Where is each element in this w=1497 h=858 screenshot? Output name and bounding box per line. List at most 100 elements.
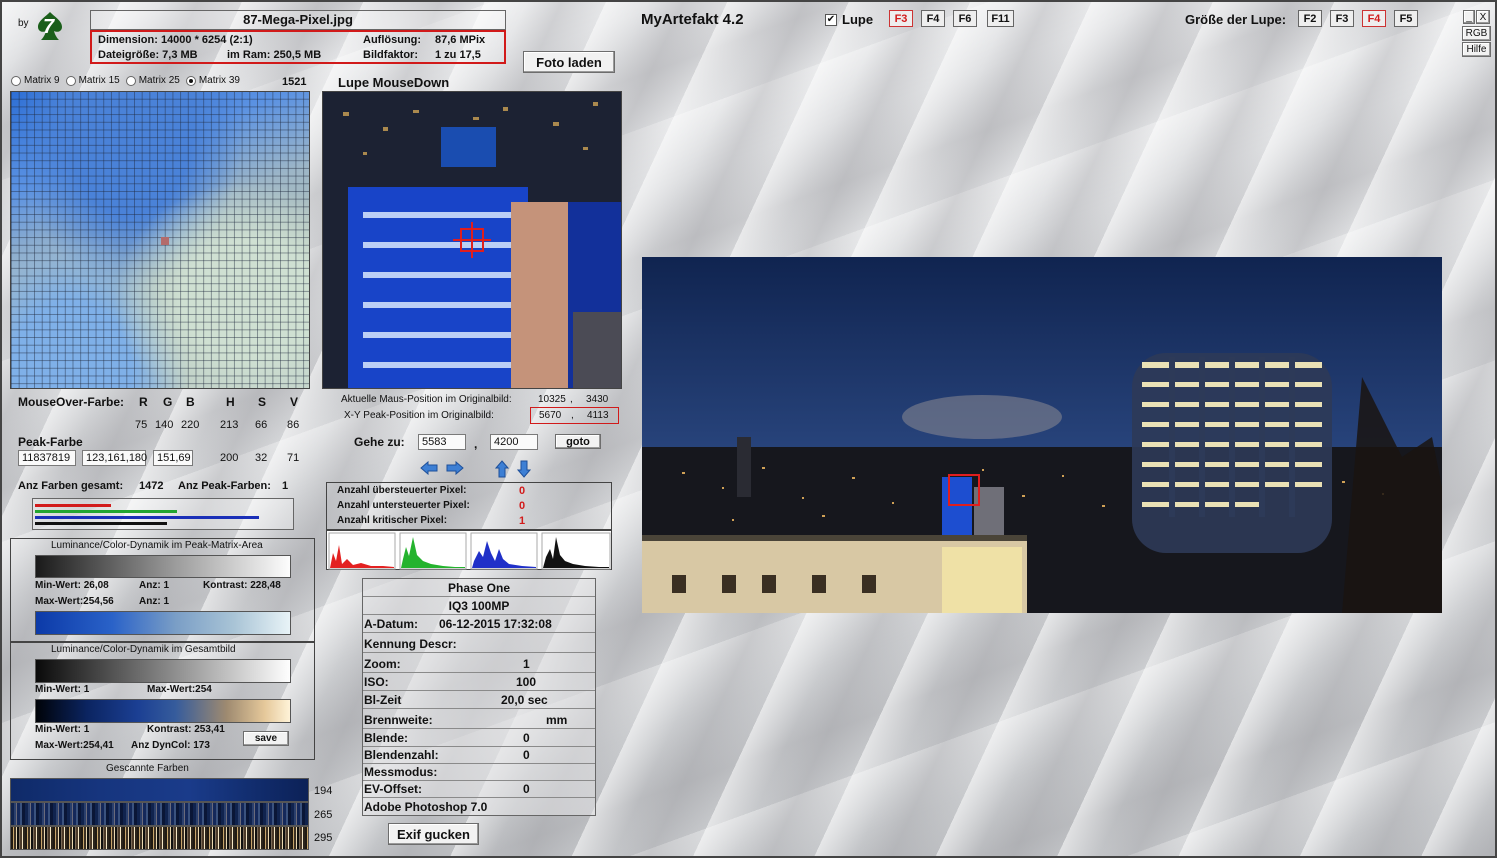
exif-metering-label: Messmodus: <box>364 765 438 779</box>
lupe-key-f3[interactable]: F3 <box>889 10 913 27</box>
lupe-label: Lupe <box>842 12 874 27</box>
histogram-strip <box>328 532 611 570</box>
pixel-matrix[interactable] <box>10 91 310 389</box>
exif-metering-row: Messmodus: <box>363 763 595 781</box>
dynamic-total-min2: Min-Wert: 1 <box>35 724 90 735</box>
critical-pixel-value: 1 <box>519 515 526 527</box>
dynamic-peak-min-anz: Anz: 1 <box>139 580 169 591</box>
size-key-f2[interactable]: F2 <box>1298 10 1322 27</box>
matrix-9-radio[interactable]: Matrix 9 <box>11 75 60 86</box>
lupe-key-f6[interactable]: F6 <box>953 10 977 27</box>
lupe-key-f11[interactable]: F11 <box>987 10 1014 27</box>
arrow-right-icon[interactable] <box>446 460 464 478</box>
lupe-key-f4[interactable]: F4 <box>921 10 945 27</box>
exif-aperture-value: 0 <box>523 731 530 745</box>
header-b: B <box>186 395 195 409</box>
mouseover-s: 66 <box>255 419 268 431</box>
header-h: H <box>226 395 235 409</box>
file-name: 87-Mega-Pixel.jpg <box>243 12 353 27</box>
dynamic-peak-min: Min-Wert: 26,08 <box>35 580 109 591</box>
histogram-panel <box>326 530 612 570</box>
over-pixel-label: Anzahl übersteuerter Pixel: <box>337 485 467 496</box>
exif-iso-value: 100 <box>516 675 537 689</box>
file-dimension: Dimension: 14000 * 6254 (2:1) <box>98 34 253 46</box>
exif-software-row: Adobe Photoshop 7.0 <box>363 798 595 816</box>
exif-ev-row: EV-Offset: 0 <box>363 780 595 798</box>
arrow-up-icon[interactable] <box>494 460 510 481</box>
dynamic-total-max2: Max-Wert:254,41 <box>35 740 114 751</box>
mouseover-v: 86 <box>287 419 300 431</box>
dynamic-peak-max-anz: Anz: 1 <box>139 596 169 607</box>
peak-color-field-3: 151,69 <box>153 450 193 466</box>
lupe-view[interactable] <box>322 91 622 389</box>
minimize-button[interactable]: _ <box>1463 10 1475 24</box>
peak-position-y: 4113 <box>587 410 609 421</box>
matrix-39-radio[interactable]: Matrix 39 <box>185 75 240 86</box>
close-button[interactable]: X <box>1476 10 1490 24</box>
help-button[interactable]: Hilfe <box>1462 42 1491 57</box>
main-photo-image <box>642 257 1442 613</box>
mouseover-color-label: MouseOver-Farbe: <box>18 395 125 409</box>
lupe-checkbox[interactable]: ✔ Lupe <box>825 12 873 27</box>
app-title: MyArtefakt 4.2 <box>641 11 744 28</box>
exif-focal-label: Brennweite: <box>364 713 433 727</box>
arrow-down-icon[interactable] <box>516 460 532 481</box>
dynamic-peak-gray-gradient <box>35 555 291 578</box>
dynamic-total-min: Min-Wert: 1 <box>35 684 90 695</box>
header-v: V <box>290 395 299 409</box>
exif-exposure-label: Bl-Zeit <box>364 693 402 707</box>
scanned-colors-strip-3 <box>10 826 309 850</box>
size-key-f4[interactable]: F4 <box>1362 10 1386 27</box>
mouseover-h: 213 <box>220 419 239 431</box>
header-r: R <box>139 395 148 409</box>
file-info-box: Dimension: 14000 * 6254 (2:1) Auflösung:… <box>90 30 506 64</box>
arrow-left-icon[interactable] <box>420 460 438 478</box>
goto-label: Gehe zu: <box>354 435 405 449</box>
load-photo-button[interactable]: Foto laden <box>523 51 615 73</box>
goto-y-input[interactable]: 4200 <box>490 434 538 450</box>
bar-black <box>35 522 167 525</box>
matrix-25-label: Matrix 25 <box>138 75 180 86</box>
checkbox-box[interactable]: ✔ <box>825 13 837 26</box>
under-pixel-label: Anzahl untersteuerter Pixel: <box>337 500 470 511</box>
over-pixel-value: 0 <box>519 485 526 497</box>
exif-fnumber-row: Blendenzahl: 0 <box>363 746 595 764</box>
exif-date-row: A-Datum: 06-12-2015 17:32:08 <box>363 615 595 633</box>
goto-x-input[interactable]: 5583 <box>418 434 466 450</box>
size-key-f3[interactable]: F3 <box>1330 10 1354 27</box>
peak-position-sep: , <box>571 410 574 421</box>
lupe-panel-title: Lupe MouseDown <box>338 75 450 90</box>
peak-position-box: 5670 , 4113 <box>530 407 619 424</box>
scanned-count-2: 265 <box>314 809 333 821</box>
logo-mark: 7 <box>43 16 55 38</box>
peak-color-field-2: 123,161,180 <box>82 450 147 466</box>
matrix-15-radio[interactable]: Matrix 15 <box>65 75 120 86</box>
file-ram: im Ram: 250,5 MB <box>227 49 322 61</box>
mouse-position-sep: , <box>570 394 573 405</box>
total-colors-value: 1472 <box>139 480 164 492</box>
goto-button[interactable]: goto <box>555 434 601 449</box>
rgb-button[interactable]: RGB <box>1462 26 1491 41</box>
exif-focal-row: Brennweite: mm <box>363 711 595 729</box>
by-label: by <box>18 18 29 29</box>
peak-s: 32 <box>255 452 268 464</box>
exif-focal-unit: mm <box>546 713 568 727</box>
file-size: Dateigröße: 7,3 MB <box>98 49 198 61</box>
exif-descr-row: Kennung Descr: <box>363 635 595 653</box>
exif-descr-label: Kennung Descr: <box>364 637 457 651</box>
dynamic-total-dyncol: Anz DynCol: 173 <box>131 740 210 751</box>
exif-model-row: IQ3 100MP <box>363 597 595 615</box>
pixel-stats-panel: Anzahl übersteuerter Pixel: 0 Anzahl unt… <box>326 482 612 530</box>
save-button[interactable]: save <box>243 731 289 746</box>
exif-model: IQ3 100MP <box>448 599 510 613</box>
exif-button[interactable]: Exif gucken <box>388 823 479 845</box>
exif-camera: Phase One <box>447 581 511 595</box>
matrix-15-label: Matrix 15 <box>78 75 120 86</box>
matrix-25-radio[interactable]: Matrix 25 <box>125 75 180 86</box>
size-key-f5[interactable]: F5 <box>1394 10 1418 27</box>
scanned-count-3: 295 <box>314 832 333 844</box>
mouse-position-x: 10325 <box>538 394 566 405</box>
main-photo[interactable] <box>642 257 1442 613</box>
dynamic-peak-title: Luminance/Color-Dynamik im Peak-Matrix-A… <box>51 540 263 551</box>
matrix-peak-marker <box>161 237 169 245</box>
